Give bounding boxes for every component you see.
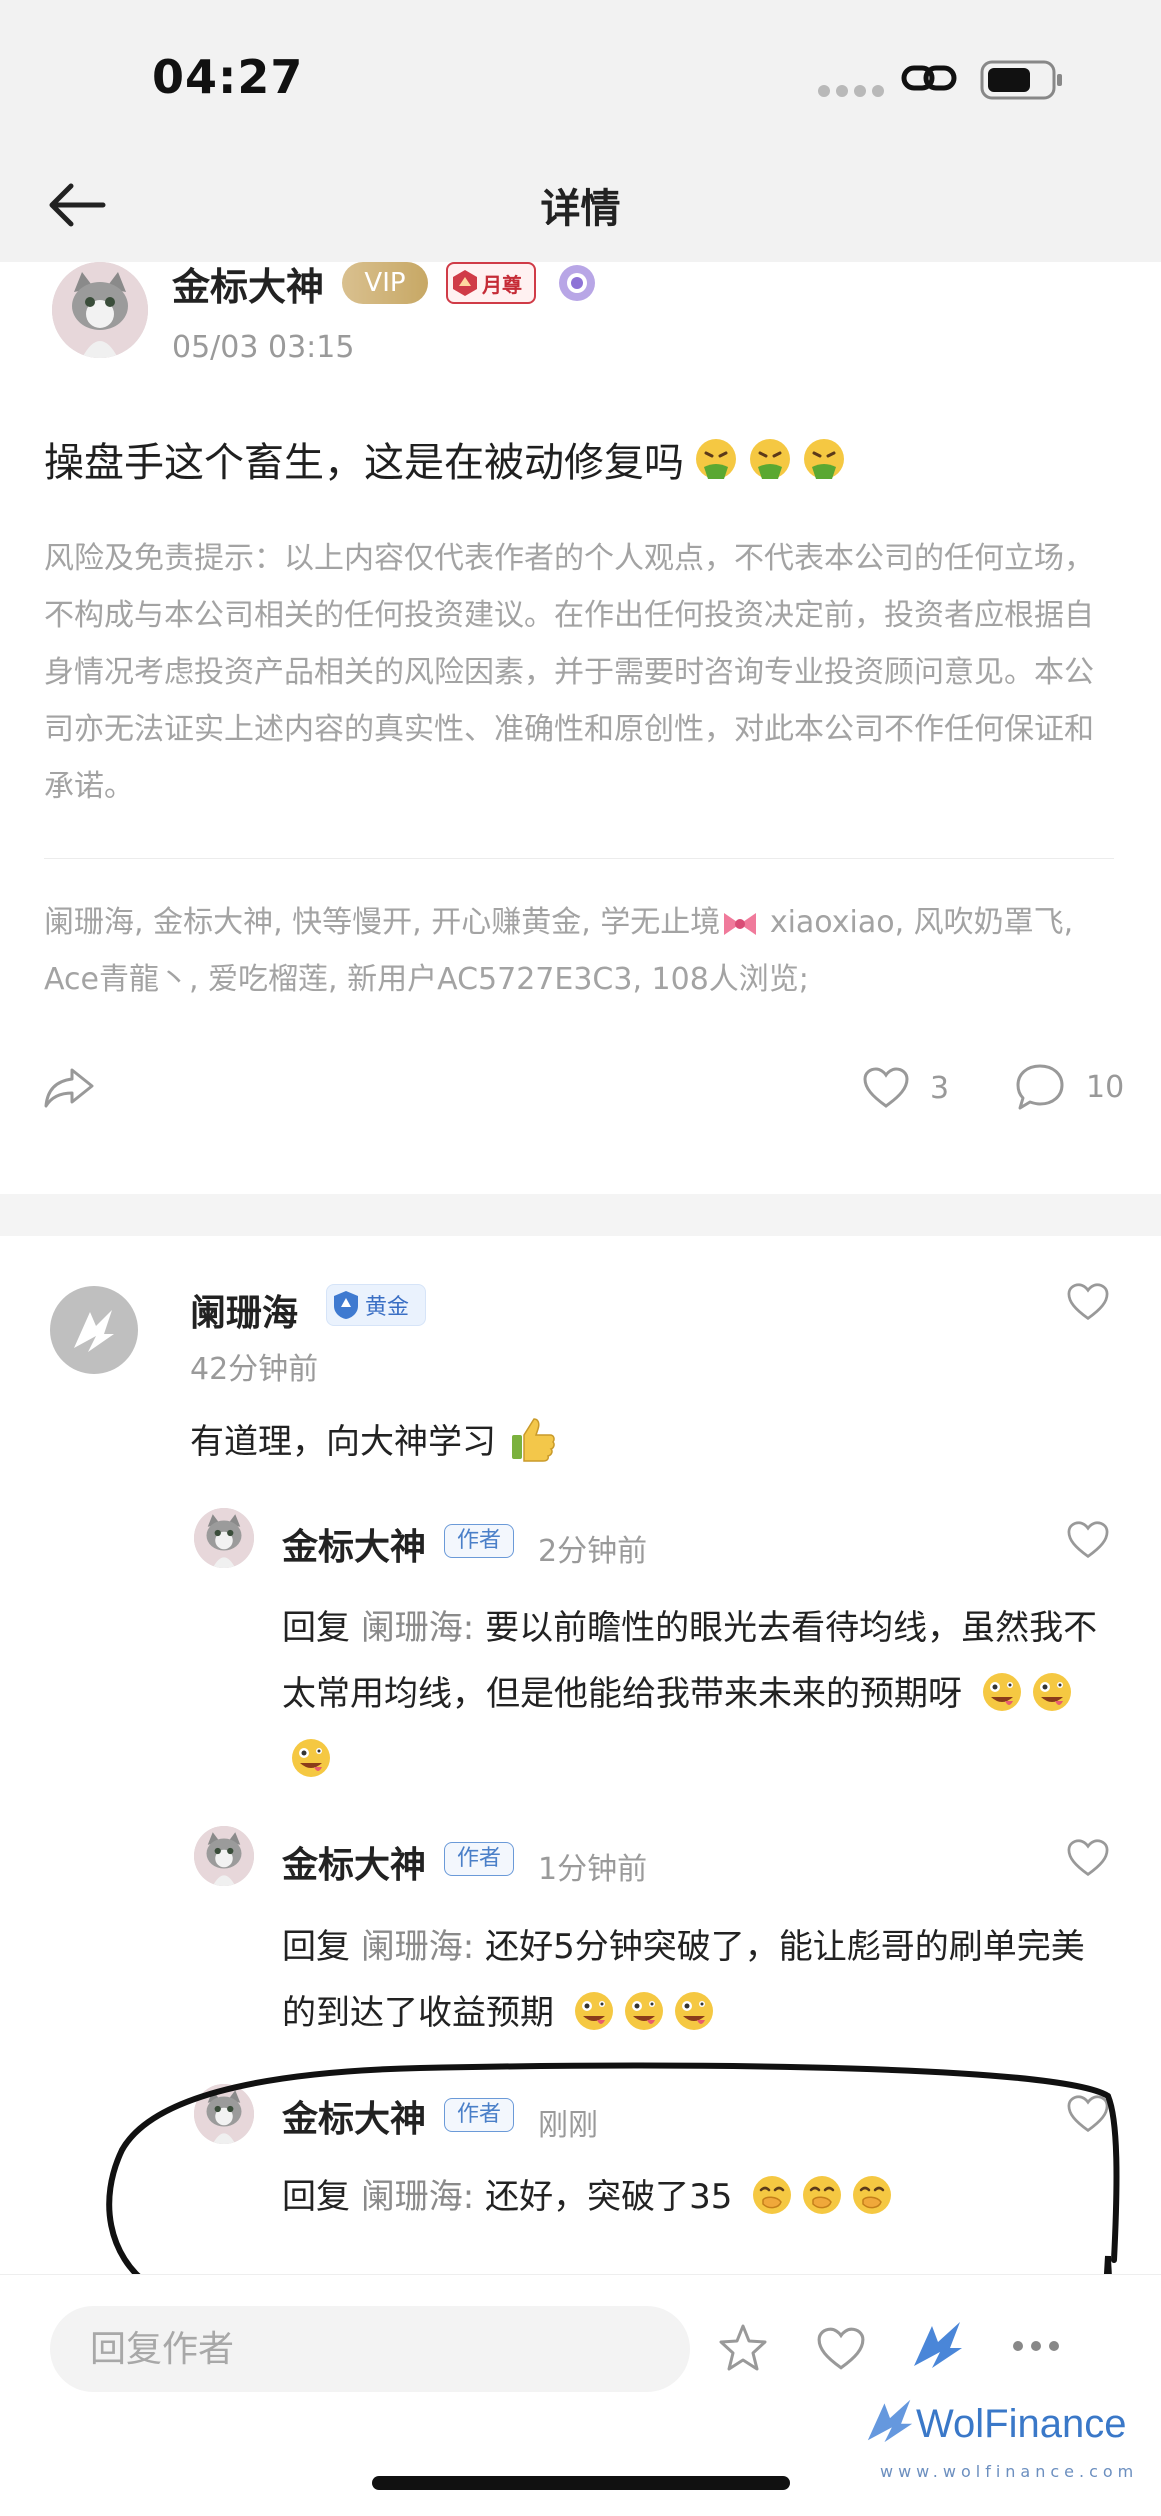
heart-icon <box>1067 1521 1109 1559</box>
rank-badge: 月尊 <box>446 262 536 304</box>
level-shield-icon <box>327 1285 365 1325</box>
comment-content: 有道理，向大神学习 <box>190 1414 558 1463</box>
reply-text: 还好，突破了35 <box>485 2177 733 2217</box>
thumbs-up-icon <box>512 1417 555 1462</box>
reply-like-button[interactable] <box>1066 2094 1110 2138</box>
commenter-name[interactable]: 阑珊海 <box>190 1284 298 1336</box>
reply-input[interactable] <box>50 2306 690 2392</box>
reply-like-button[interactable] <box>1066 1838 1110 1882</box>
reply-like-button[interactable] <box>1066 1520 1110 1564</box>
reply-to-user[interactable]: 阑珊海: <box>361 2177 474 2217</box>
ribbon-icon <box>724 912 757 935</box>
comment-timestamp: 42分钟前 <box>190 1352 319 1387</box>
comment-text: 有道理，向大神学习 <box>190 1422 496 1462</box>
reply-timestamp: 1分钟前 <box>538 1852 648 1887</box>
reply-author-name[interactable]: 金标大神 <box>282 1836 426 1888</box>
share-icon <box>44 1068 94 1108</box>
nauseated-face-icon <box>804 439 844 479</box>
comment-like-button[interactable] <box>1066 1282 1110 1326</box>
wolf-logo-icon <box>914 2322 962 2368</box>
more-dots-icon <box>1013 2341 1059 2351</box>
gold-level-badge: 黄金 <box>326 1284 426 1326</box>
reply-timestamp: 刚刚 <box>538 2108 598 2143</box>
vip-badge: VIP <box>342 262 428 304</box>
reply-content: 回复 阑珊海: 还好，突破了35 <box>282 2164 1102 2230</box>
reply-content: 回复 阑珊海: 还好5分钟突破了，能让彪哥的刷单完美的到达了收益预期 <box>282 1914 1102 2046</box>
post-author-name[interactable]: 金标大神 <box>172 256 324 311</box>
heart-icon <box>1067 1283 1109 1321</box>
watermark-url: www.wolfinance.com <box>880 2462 1139 2481</box>
commenter-avatar[interactable] <box>50 1286 138 1374</box>
post-timestamp: 05/03 03:15 <box>172 330 355 365</box>
reply-content: 回复 阑珊海: 要以前瞻性的眼光去看待均线，虽然我不太常用均线，但是他能给我带来… <box>282 1595 1102 1793</box>
post-author-avatar[interactable] <box>52 262 148 358</box>
zany-face-icon <box>1032 1673 1071 1711</box>
gold-level-label: 黄金 <box>365 1295 410 1320</box>
medal-icon <box>556 262 598 304</box>
reply-author-avatar[interactable] <box>194 1508 254 1568</box>
reply-author-name[interactable]: 金标大神 <box>282 2090 426 2142</box>
like-count: 3 <box>930 1070 950 1106</box>
divider <box>44 858 1114 859</box>
reply-timestamp: 2分钟前 <box>538 1534 648 1569</box>
risk-disclaimer: 风险及免责提示：以上内容仅代表作者的个人观点，不代表本公司的任何立场，不构成与本… <box>44 541 1094 804</box>
reward-button[interactable] <box>910 2318 966 2374</box>
crown-icon <box>448 264 482 302</box>
battery-icon <box>980 60 1064 104</box>
like-button[interactable] <box>816 2326 866 2376</box>
signal-icon <box>818 82 890 101</box>
post-content: 操盘手这个畜生，这是在被动修复吗 <box>44 430 846 488</box>
star-icon <box>719 2324 767 2371</box>
author-tag: 作者 <box>444 1842 514 1876</box>
zany-face-icon <box>624 1992 663 2030</box>
hand-over-mouth-face-icon <box>853 2176 892 2214</box>
heart-icon <box>1067 1839 1109 1877</box>
viewer-list-part1: 阑珊海, 金标大神, 快等慢开, 开心赚黄金, 学无止境 <box>44 905 721 940</box>
reply-to-user[interactable]: 阑珊海: <box>361 1927 474 1967</box>
reply-author-name[interactable]: 金标大神 <box>282 1518 426 1570</box>
reply-prefix: 回复 <box>282 1608 350 1648</box>
reply-prefix: 回复 <box>282 2177 350 2217</box>
zany-face-icon <box>292 1739 330 1777</box>
reply-prefix: 回复 <box>282 1927 350 1967</box>
hand-over-mouth-face-icon <box>753 2176 792 2214</box>
comment-bubble-icon <box>1016 1064 1064 1110</box>
home-indicator <box>372 2476 790 2490</box>
nauseated-face-icon <box>696 439 736 479</box>
more-button[interactable] <box>1010 2336 1062 2360</box>
heart-icon <box>863 1067 909 1108</box>
watermark-brand: WolFinance <box>916 2402 1127 2446</box>
post-content-text: 操盘手这个畜生，这是在被动修复吗 <box>44 440 684 486</box>
heart-icon <box>817 2327 865 2370</box>
reply-author-avatar[interactable] <box>194 2084 254 2144</box>
hand-over-mouth-face-icon <box>803 2176 842 2214</box>
nauseated-face-icon <box>750 439 790 479</box>
comment-count: 10 <box>1086 1069 1125 1105</box>
reply-to-user[interactable]: 阑珊海: <box>361 1608 474 1648</box>
zany-face-icon <box>674 1992 713 2030</box>
share-button[interactable] <box>42 1066 96 1114</box>
reply-author-avatar[interactable] <box>194 1826 254 1886</box>
viewer-list: 阑珊海, 金标大神, 快等慢开, 开心赚黄金, 学无止境 xiaoxiao, 风… <box>44 894 1114 1008</box>
link-icon <box>900 58 958 102</box>
zany-face-icon <box>574 1992 613 2030</box>
page-title: 详情 <box>540 186 621 232</box>
author-tag: 作者 <box>444 1524 514 1558</box>
author-tag: 作者 <box>444 2098 514 2132</box>
status-time: 04:27 <box>152 50 304 104</box>
top-bar: 04:27 详情 <box>0 0 1161 262</box>
favorite-button[interactable] <box>716 2322 770 2378</box>
wolf-logo-icon <box>74 1310 114 1352</box>
watermark-logo-icon <box>867 2399 913 2443</box>
post-comment-button[interactable]: 10 <box>1014 1062 1124 1112</box>
zany-face-icon <box>982 1673 1021 1711</box>
post-like-button[interactable]: 3 <box>862 1066 949 1110</box>
section-separator <box>0 1194 1161 1236</box>
rank-badge-label: 月尊 <box>482 272 522 297</box>
heart-icon <box>1067 2095 1109 2133</box>
